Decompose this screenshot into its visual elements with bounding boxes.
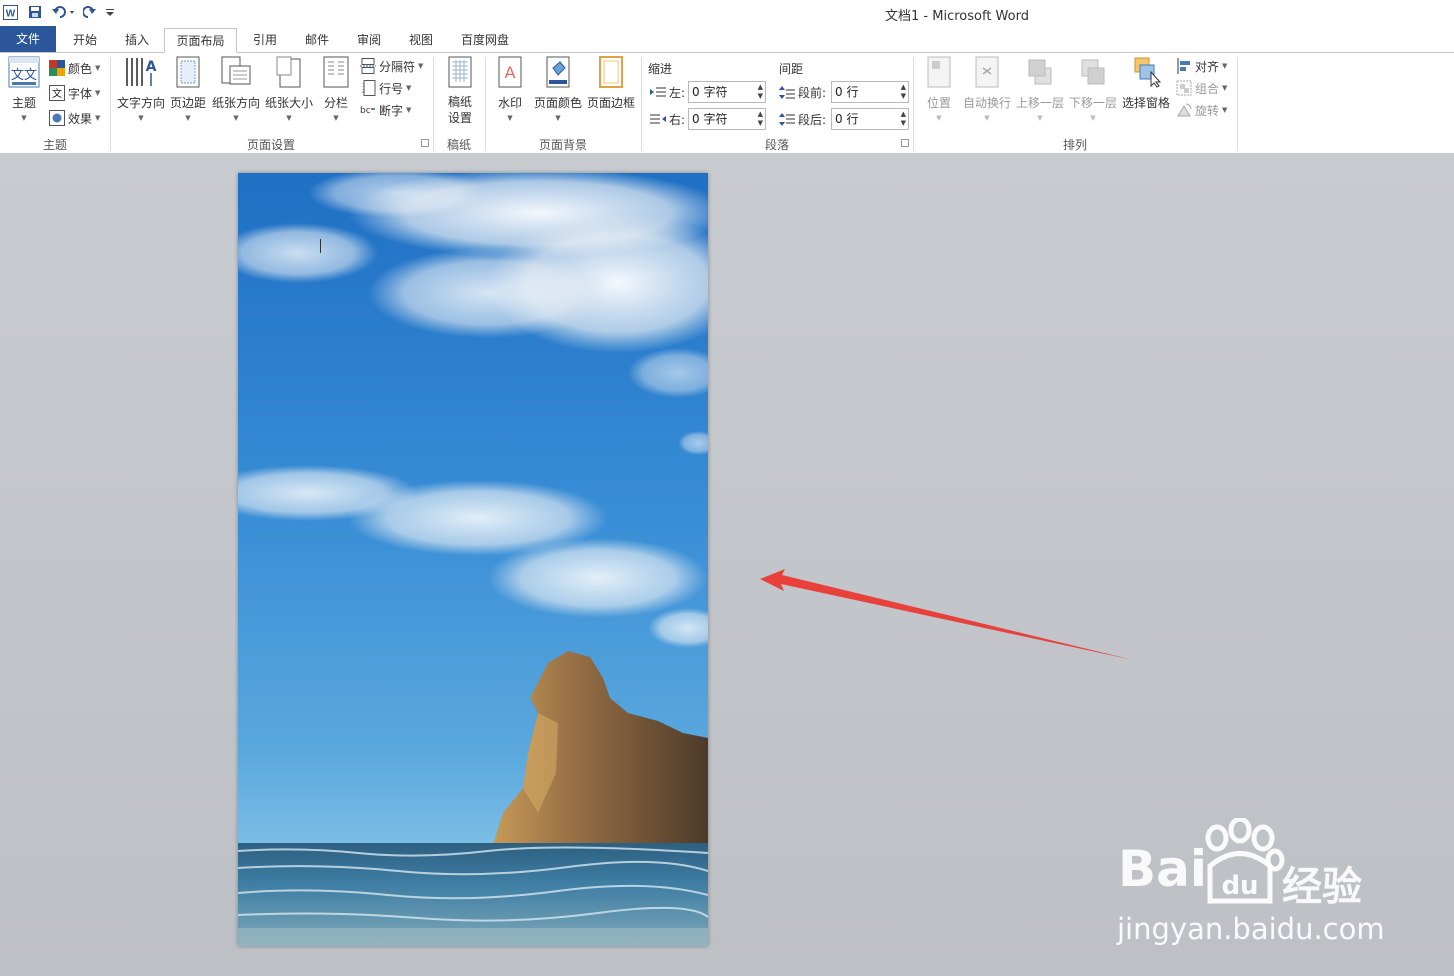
svg-text:文: 文 <box>52 87 62 100</box>
tab-file[interactable]: 文件 <box>0 26 56 52</box>
effects-icon <box>49 110 65 126</box>
color-palette-icon <box>49 60 65 76</box>
send-backward-icon <box>1081 59 1105 85</box>
theme-colors-button[interactable]: 颜色 ▼ <box>49 58 100 78</box>
text-direction-icon: A <box>126 58 157 86</box>
hyphenation-icon: bc <box>360 106 375 116</box>
align-button[interactable]: 对齐 ▼ <box>1176 56 1227 76</box>
themes-icon: 文文 <box>8 56 40 88</box>
baidu-logo-text: Bai <box>1118 840 1207 898</box>
spacing-before-field[interactable]: 0 行 ▲ ▼ <box>831 81 909 103</box>
baidu-url-text: jingyan.baidu.com <box>1117 912 1385 946</box>
tab-review[interactable]: 审阅 <box>344 28 394 53</box>
group-label-theme: 主题 <box>42 138 67 152</box>
watermark-icon: A <box>498 56 522 88</box>
indent-right-label: 右: <box>650 111 685 128</box>
paper-size-button[interactable]: 纸张大小 ▼ <box>264 56 314 122</box>
line-numbers-icon: 12 <box>362 80 376 96</box>
indent-right-field[interactable]: 0 字符 ▲ ▼ <box>688 108 766 130</box>
group-label-arrange: 排列 <box>1062 138 1087 152</box>
group-objects-button[interactable]: 组合 ▼ <box>1176 78 1227 98</box>
send-backward-button[interactable]: 下移一层 ▼ <box>1068 56 1118 122</box>
columns-icon <box>323 56 349 88</box>
group-label-page-setup: 页面设置 <box>246 138 295 152</box>
rotate-button[interactable]: 旋转 ▼ <box>1176 100 1227 120</box>
position-icon <box>927 56 951 88</box>
manuscript-paper-icon <box>448 56 472 88</box>
svg-text:du: du <box>1221 871 1258 901</box>
page-color-button[interactable]: 页面颜色 ▼ <box>532 56 584 122</box>
page-setup-dialog-launcher-icon[interactable] <box>421 139 429 147</box>
group-icon <box>1176 80 1192 96</box>
breaks-button[interactable]: 分隔符 ▼ <box>360 56 423 76</box>
spinner-arrows-icon[interactable]: ▲ ▼ <box>901 83 906 101</box>
spacing-after-label: 段后: <box>779 111 826 128</box>
spinner-arrows-icon[interactable]: ▲ ▼ <box>758 110 763 128</box>
spinner-arrows-icon[interactable]: ▲ ▼ <box>758 83 763 101</box>
ribbon-tab-bar: 文件 开始 插入 页面布局 引用 邮件 审阅 视图 百度网盘 <box>0 24 1454 53</box>
tab-view[interactable]: 视图 <box>396 28 446 53</box>
bring-forward-button[interactable]: 上移一层 ▼ <box>1015 56 1065 122</box>
baidu-du-badge: du <box>1207 851 1273 904</box>
paper-size-icon <box>276 56 301 88</box>
page-borders-icon <box>599 56 623 88</box>
manuscript-setup-button[interactable]: 稿纸 设置 <box>440 56 480 126</box>
tab-references[interactable]: 引用 <box>240 28 290 53</box>
line-numbers-button[interactable]: 12 行号 ▼ <box>360 78 411 98</box>
svg-text:2: 2 <box>362 89 365 95</box>
columns-button[interactable]: 分栏 ▼ <box>320 56 352 122</box>
spacing-before-icon <box>779 85 795 99</box>
svg-text:A: A <box>505 63 516 82</box>
tab-insert[interactable]: 插入 <box>112 28 162 53</box>
indent-header: 缩进 <box>648 62 673 76</box>
selection-pane-icon <box>1134 57 1161 88</box>
orientation-button[interactable]: 纸张方向 ▼ <box>211 56 261 122</box>
theme-effects-button[interactable]: 效果 ▼ <box>49 108 100 128</box>
spacing-after-field[interactable]: 0 行 ▲ ▼ <box>831 108 909 130</box>
indent-left-label: 左: <box>650 84 685 101</box>
svg-text:文文: 文文 <box>11 68 37 83</box>
svg-text:A: A <box>146 59 157 75</box>
themes-button[interactable]: 文文 主题 ▼ <box>6 56 42 122</box>
page-color-icon <box>546 56 570 88</box>
watermark-button[interactable]: A 水印 ▼ <box>494 56 526 122</box>
svg-text:bc: bc <box>360 106 371 116</box>
tab-mailings[interactable]: 邮件 <box>292 28 342 53</box>
tab-page-layout[interactable]: 页面布局 <box>164 28 237 53</box>
indent-right-icon <box>650 114 666 123</box>
text-direction-button[interactable]: A 文字方向 ▼ <box>116 56 166 122</box>
group-label-page-background: 页面背景 <box>538 138 587 152</box>
spacing-header: 间距 <box>779 62 804 76</box>
spacing-before-label: 段前: <box>779 84 826 101</box>
group-label-manuscript: 稿纸 <box>446 138 471 152</box>
tab-home[interactable]: 开始 <box>60 28 110 53</box>
paragraph-dialog-launcher-icon[interactable] <box>901 139 909 147</box>
indent-left-field[interactable]: 0 字符 ▲ ▼ <box>688 81 766 103</box>
title-bar: W 文档1 - Microsoft Word <box>0 0 1454 24</box>
hyphenation-button[interactable]: bc 断字 ▼ <box>360 100 411 120</box>
window-title: 文档1 - Microsoft Word <box>885 9 1029 24</box>
align-icon <box>1177 58 1190 74</box>
selection-pane-button[interactable]: 选择窗格 <box>1121 56 1171 111</box>
font-icon: 文 <box>49 85 65 101</box>
page-borders-button[interactable]: 页面边框 <box>586 56 636 111</box>
group-label-paragraph: 段落 <box>764 138 789 152</box>
wrap-text-button[interactable]: 自动换行 ▼ <box>962 56 1012 122</box>
rotate-icon <box>1177 103 1192 117</box>
spinner-arrows-icon[interactable]: ▲ ▼ <box>901 110 906 128</box>
margins-button[interactable]: 页边距 ▼ <box>168 56 208 122</box>
wrap-text-icon <box>975 56 999 88</box>
group-separator <box>1237 57 1238 151</box>
baidu-jingyan-text: 经验 <box>1282 864 1362 910</box>
ribbon: 文文 主题 ▼ 颜色 ▼ 文 字体 ▼ 效果 ▼ 主题 A 文字方向 ▼ 页边距 ▼ … <box>0 53 1454 154</box>
orientation-icon <box>221 56 251 85</box>
bring-forward-icon <box>1028 59 1052 85</box>
indent-left-icon <box>650 87 666 96</box>
breaks-icon <box>360 58 376 74</box>
position-button[interactable]: 位置 ▼ <box>922 56 956 122</box>
spacing-after-icon <box>779 112 795 126</box>
tab-baidu-netdisk[interactable]: 百度网盘 <box>448 28 522 53</box>
margins-icon <box>176 56 200 88</box>
theme-fonts-button[interactable]: 文 字体 ▼ <box>49 83 100 103</box>
